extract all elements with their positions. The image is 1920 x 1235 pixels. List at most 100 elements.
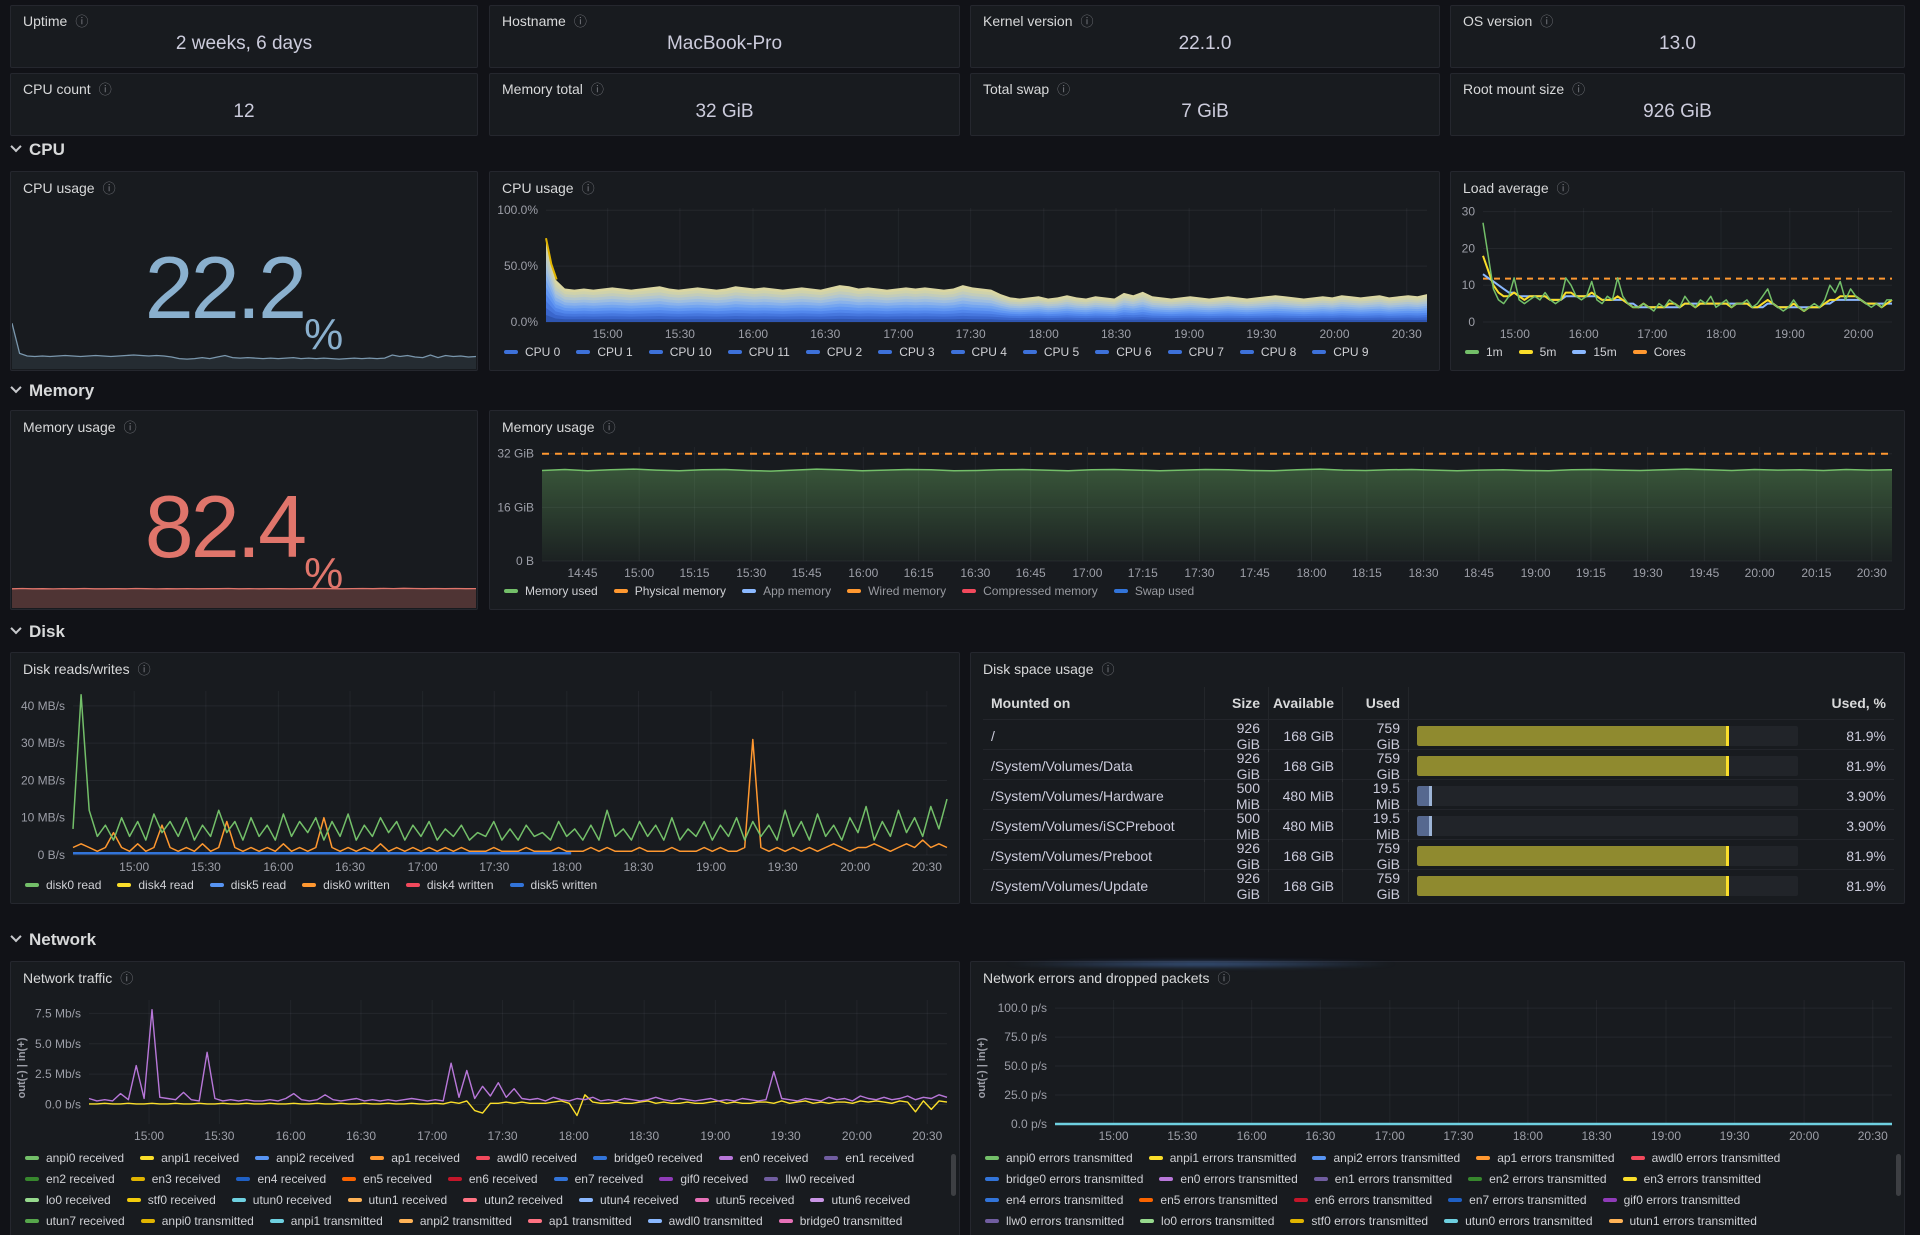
info-icon[interactable]: ⓘ (103, 182, 116, 195)
legend-item[interactable]: en0 received (719, 1150, 809, 1167)
legend-item[interactable]: anpi0 received (25, 1150, 124, 1167)
legend-item[interactable]: anpi2 errors transmitted (1312, 1150, 1460, 1167)
legend-item[interactable]: en6 errors transmitted (1294, 1192, 1432, 1209)
info-icon[interactable]: ⓘ (124, 421, 137, 434)
info-icon[interactable]: ⓘ (1540, 15, 1553, 28)
legend-item[interactable]: en0 errors transmitted (1159, 1171, 1297, 1188)
col-header-used[interactable]: Used (1343, 687, 1409, 719)
info-icon[interactable]: ⓘ (1081, 15, 1094, 28)
legend-item[interactable]: ap1 errors transmitted (1476, 1150, 1614, 1167)
legend-item[interactable]: utun1 errors transmitted (1609, 1213, 1757, 1230)
legend-item[interactable]: en4 errors transmitted (985, 1192, 1123, 1209)
disk-reads-writes-timeseries[interactable]: 40 MB/s30 MB/s20 MB/s10 MB/s0 B/s15:0015… (17, 685, 953, 875)
legend-item[interactable]: Memory used (504, 583, 598, 600)
legend-item[interactable]: CPU 10 (649, 344, 712, 361)
legend-item[interactable]: en6 received (448, 1171, 538, 1188)
info-icon[interactable]: ⓘ (1102, 663, 1115, 676)
legend-item[interactable]: 5m (1519, 344, 1557, 361)
table-row[interactable]: / 926 GiB 168 GiB 759 GiB 81.9% (983, 719, 1894, 749)
table-row[interactable]: /System/Volumes/Preboot 926 GiB 168 GiB … (983, 839, 1894, 869)
legend-item[interactable]: anpi2 transmitted (399, 1213, 512, 1230)
legend-item[interactable]: en7 received (554, 1171, 644, 1188)
legend-item[interactable]: lo0 received (25, 1192, 111, 1209)
memory-usage-sparkline[interactable] (12, 546, 476, 608)
legend-item[interactable]: CPU 0 (504, 344, 560, 361)
legend-item[interactable]: disk4 read (117, 877, 193, 894)
info-icon[interactable]: ⓘ (582, 182, 595, 195)
legend-item[interactable]: anpi0 transmitted (141, 1213, 254, 1230)
legend-item[interactable]: Cores (1633, 344, 1686, 361)
legend-item[interactable]: utun7 received (25, 1213, 125, 1230)
info-icon[interactable]: ⓘ (603, 421, 616, 434)
col-header-available[interactable]: Available (1269, 687, 1343, 719)
cpu-usage-sparkline[interactable] (12, 317, 476, 369)
legend-item[interactable]: ap1 transmitted (528, 1213, 632, 1230)
section-header-network[interactable]: Network (12, 930, 96, 950)
legend-item[interactable]: utun5 received (695, 1192, 795, 1209)
legend-item[interactable]: disk0 written (302, 877, 390, 894)
legend-item[interactable]: anpi2 received (255, 1150, 354, 1167)
legend-item[interactable]: 1m (1465, 344, 1503, 361)
legend-item[interactable]: stf0 received (127, 1192, 216, 1209)
col-header-size[interactable]: Size (1205, 687, 1269, 719)
info-icon[interactable]: ⓘ (75, 15, 88, 28)
legend-item[interactable]: utun2 received (463, 1192, 563, 1209)
legend-item[interactable]: en4 received (236, 1171, 326, 1188)
table-row[interactable]: /System/Volumes/Data 926 GiB 168 GiB 759… (983, 749, 1894, 779)
legend-item[interactable]: ap1 received (370, 1150, 460, 1167)
legend-item[interactable]: en2 errors transmitted (1468, 1171, 1606, 1188)
memory-usage-timeseries[interactable]: 32 GiB16 GiB0 B14:4515:0015:1515:3015:45… (496, 441, 1898, 581)
legend-item[interactable]: bridge0 transmitted (779, 1213, 903, 1230)
network-traffic-timeseries[interactable]: 7.5 Mb/s5.0 Mb/s2.5 Mb/s0.0 b/s15:0015:3… (33, 994, 953, 1144)
section-header-disk[interactable]: Disk (12, 622, 65, 642)
legend-item[interactable]: en1 received (824, 1150, 914, 1167)
legend-item[interactable]: CPU 6 (1095, 344, 1151, 361)
table-row[interactable]: /System/Volumes/Update 926 GiB 168 GiB 7… (983, 869, 1894, 899)
legend-item[interactable]: disk5 read (210, 877, 286, 894)
legend-item[interactable]: en7 errors transmitted (1448, 1192, 1586, 1209)
table-row[interactable]: /System/Volumes/Hardware 500 MiB 480 MiB… (983, 779, 1894, 809)
legend-item[interactable]: en1 errors transmitted (1314, 1171, 1452, 1188)
legend-item[interactable]: CPU 3 (878, 344, 934, 361)
legend-item[interactable]: utun0 received (232, 1192, 332, 1209)
legend-item[interactable]: CPU 4 (951, 344, 1007, 361)
legend-item[interactable]: disk0 read (25, 877, 101, 894)
section-header-cpu[interactable]: CPU (12, 140, 65, 160)
legend-item[interactable]: utun0 errors transmitted (1444, 1213, 1592, 1230)
legend-item[interactable]: CPU 2 (806, 344, 862, 361)
info-icon[interactable]: ⓘ (138, 663, 151, 676)
legend-item[interactable]: gif0 received (659, 1171, 748, 1188)
col-header-used-pct[interactable]: Used, % (1806, 687, 1894, 719)
legend-item[interactable]: CPU 11 (728, 344, 790, 361)
legend-item[interactable]: awdl0 transmitted (648, 1213, 763, 1230)
cpu-usage-timeseries[interactable]: 100.0%50.0%0.0%15:0015:3016:0016:3017:00… (496, 202, 1433, 342)
info-icon[interactable]: ⓘ (99, 83, 112, 96)
legend-item[interactable]: llw0 errors transmitted (985, 1213, 1124, 1230)
legend-item[interactable]: en3 received (131, 1171, 221, 1188)
legend-item[interactable]: awdl0 errors transmitted (1631, 1150, 1781, 1167)
info-icon[interactable]: ⓘ (120, 972, 133, 985)
load-average-timeseries[interactable]: 302010015:0016:0017:0018:0019:0020:00 (1457, 202, 1898, 342)
legend-item[interactable]: lo0 errors transmitted (1140, 1213, 1274, 1230)
legend-item[interactable]: CPU 7 (1168, 344, 1224, 361)
info-icon[interactable]: ⓘ (1557, 182, 1570, 195)
info-icon[interactable]: ⓘ (591, 83, 604, 96)
section-header-memory[interactable]: Memory (12, 381, 94, 401)
legend-item[interactable]: en3 errors transmitted (1623, 1171, 1761, 1188)
legend-item[interactable]: en5 errors transmitted (1139, 1192, 1277, 1209)
legend-item[interactable]: awdl0 received (476, 1150, 577, 1167)
legend-item[interactable]: Swap used (1114, 583, 1194, 600)
legend-item[interactable]: utun1 received (348, 1192, 448, 1209)
legend-item[interactable]: CPU 9 (1312, 344, 1368, 361)
legend-item[interactable]: 15m (1572, 344, 1616, 361)
legend-item[interactable]: CPU 5 (1023, 344, 1079, 361)
legend-item[interactable]: Wired memory (847, 583, 946, 600)
legend-item[interactable]: gif0 errors transmitted (1603, 1192, 1741, 1209)
legend-item[interactable]: Compressed memory (962, 583, 1098, 600)
legend-item[interactable]: disk4 written (406, 877, 494, 894)
legend-item[interactable]: utun6 received (810, 1192, 910, 1209)
info-icon[interactable]: ⓘ (1057, 83, 1070, 96)
network-errors-timeseries[interactable]: 100.0 p/s75.0 p/s50.0 p/s25.0 p/s0.0 p/s… (993, 994, 1898, 1144)
legend-item[interactable]: anpi1 transmitted (270, 1213, 383, 1230)
col-header-mounted-on[interactable]: Mounted on (983, 687, 1205, 719)
